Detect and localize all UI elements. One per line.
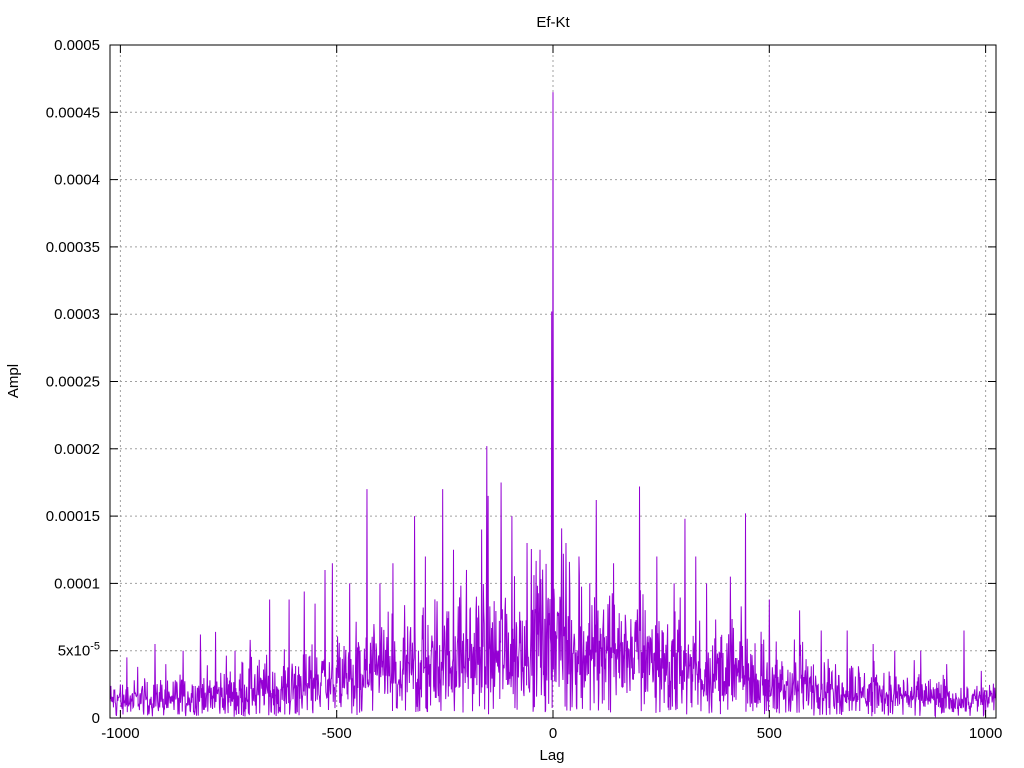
x-tick-label: -500 (322, 725, 352, 742)
chart-title: Ef-Kt (536, 14, 570, 31)
chart: 0 5x10-5 0.0001 0.00015 0.0002 0.00025 0.0003 0… (5, 14, 1002, 764)
x-tick-label: 1000 (969, 725, 1002, 742)
y-tick-label: 0.00025 (46, 374, 100, 391)
y-tick-label: 0.00015 (46, 508, 100, 525)
y-tick-label: 0.0002 (54, 441, 100, 458)
y-tick-label: 5x10-5 (58, 641, 100, 660)
series-trace (109, 92, 997, 718)
x-tick-label: 0 (549, 725, 557, 742)
x-tick-label: 500 (757, 725, 782, 742)
series-line (109, 92, 997, 718)
y-axis-label: Ampl (5, 364, 22, 398)
x-tick-label: -1000 (101, 725, 139, 742)
y-tick-label: 0.00045 (46, 104, 100, 121)
y-tick-label: 0.0003 (54, 306, 100, 323)
y-tick-label: 0 (92, 710, 100, 727)
y-tick-label: 0.0001 (54, 575, 100, 592)
x-tick-labels: -1000 -500 0 500 1000 (101, 725, 1002, 742)
y-tick-labels: 0 5x10-5 0.0001 0.00015 0.0002 0.00025 0.0003 0… (46, 37, 100, 727)
y-tick-label: 0.00035 (46, 239, 100, 256)
x-axis-label: Lag (539, 747, 564, 764)
y-tick-label: 0.0004 (54, 172, 100, 189)
y-tick-label: 0.0005 (54, 37, 100, 54)
